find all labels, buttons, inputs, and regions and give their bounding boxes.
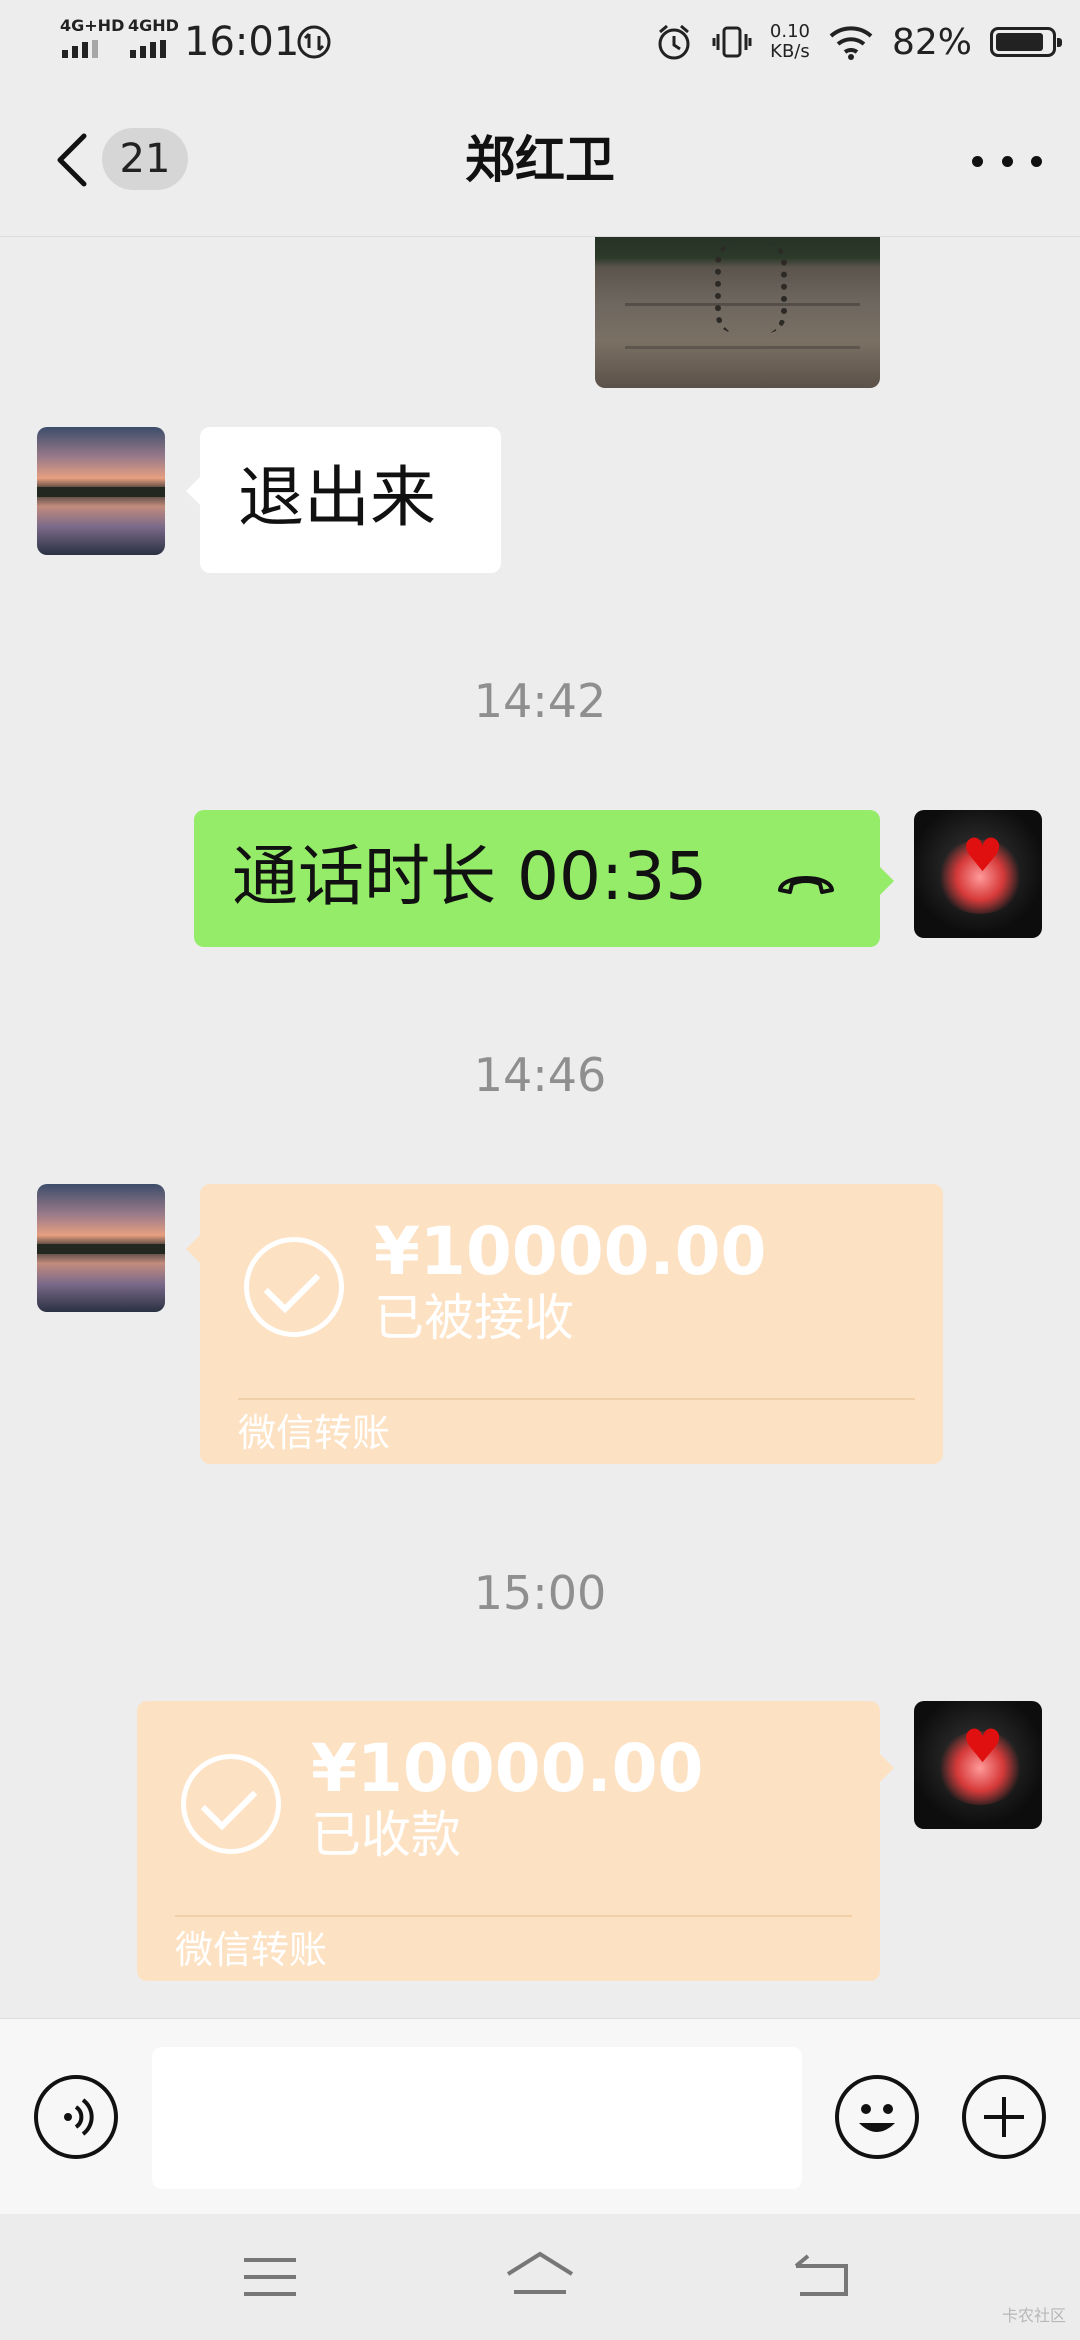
page-title: 郑红卫: [465, 131, 615, 189]
incoming-text-message[interactable]: 退出来: [200, 427, 501, 573]
transfer-amount: ¥10000.00: [374, 1213, 767, 1290]
menu-icon[interactable]: [230, 2244, 310, 2310]
transfer-message-sent[interactable]: ¥10000.00 已收款 微信转账: [137, 1701, 880, 1981]
contact-avatar[interactable]: [37, 1184, 165, 1312]
call-duration-text: 通话时长 00:35: [232, 838, 708, 915]
transfer-status: 已被接收: [374, 1289, 574, 1347]
my-avatar[interactable]: ♥: [914, 810, 1042, 938]
status-right-group: 0.10 KB/s 82%: [654, 18, 1062, 66]
transfer-amount: ¥10000.00: [311, 1730, 704, 1807]
sim2-network-label: 4GHD: [128, 16, 179, 35]
chat-header: 21 郑红卫: [0, 84, 1080, 237]
system-nav-bar: 卡农社区: [0, 2214, 1080, 2340]
sim1-signal-icon: [62, 40, 98, 58]
battery-percent: 82%: [891, 21, 972, 63]
divider: [238, 1398, 915, 1400]
call-record-message[interactable]: 通话时长 00:35: [194, 810, 880, 947]
bubble-tail: [186, 1235, 200, 1263]
sim1-network-label: 4G+HD: [60, 16, 125, 35]
transfer-label: 微信转账: [238, 1411, 391, 1455]
clock: 16:01: [184, 19, 300, 65]
watermark: 卡农社区: [1001, 2306, 1066, 2325]
plus-icon[interactable]: [962, 2075, 1046, 2159]
speed-unit: KB/s: [770, 41, 810, 62]
wifi-icon: [829, 26, 873, 60]
timestamp: 14:42: [473, 674, 607, 728]
divider: [175, 1915, 852, 1917]
input-bar: [0, 2018, 1080, 2215]
alarm-icon: [658, 24, 690, 60]
timestamp: 14:46: [473, 1048, 607, 1102]
home-icon[interactable]: [500, 2244, 580, 2310]
image-message[interactable]: [595, 237, 880, 388]
check-circle-icon: [181, 1754, 281, 1854]
my-avatar[interactable]: ♥: [914, 1701, 1042, 1829]
data-sync-icon: [297, 25, 331, 59]
network-speed: 0.10 KB/s: [770, 22, 810, 62]
voice-icon[interactable]: [34, 2075, 118, 2159]
battery-icon: [990, 27, 1062, 57]
speed-value: 0.10: [769, 21, 810, 42]
message-text: 退出来: [238, 459, 436, 536]
transfer-label: 微信转账: [175, 1928, 328, 1972]
message-list[interactable]: 退出来 14:42 通话时长 00:35 ♥ 14:46 ¥10000.00 已…: [0, 237, 1080, 2017]
emoji-icon[interactable]: [835, 2075, 919, 2159]
bubble-tail: [880, 1754, 894, 1782]
sim2-signal-icon: [130, 40, 166, 58]
transfer-status: 已收款: [311, 1806, 461, 1864]
more-icon[interactable]: [972, 136, 1042, 186]
message-input[interactable]: [152, 2047, 802, 2189]
status-bar: 4G+HD 4GHD 16:01 0.10 KB/s 82%: [0, 0, 1080, 84]
transfer-message-received[interactable]: ¥10000.00 已被接收 微信转账: [200, 1184, 943, 1464]
contact-avatar[interactable]: [37, 427, 165, 555]
vibrate-icon: [712, 26, 752, 58]
timestamp: 15:00: [473, 1566, 607, 1620]
bubble-tail: [186, 477, 200, 505]
bubble-tail: [880, 867, 894, 895]
back-icon[interactable]: [782, 2244, 862, 2310]
check-circle-icon: [244, 1237, 344, 1337]
phone-hangup-icon: [778, 876, 834, 894]
